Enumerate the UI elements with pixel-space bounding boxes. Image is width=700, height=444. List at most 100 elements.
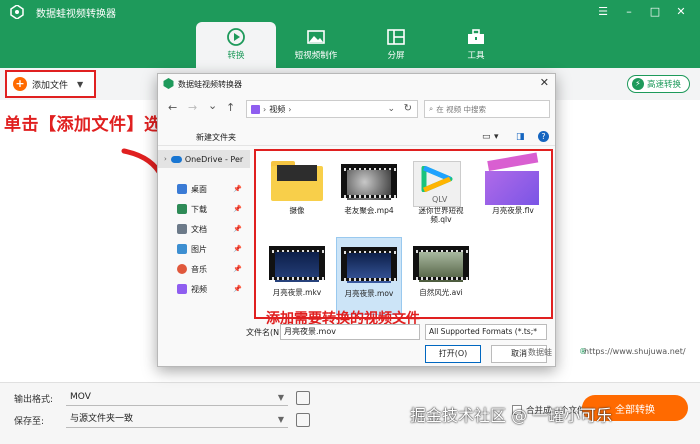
file-item-video[interactable]: 老友聚会.mp4 bbox=[336, 155, 402, 233]
tab-short-video-label: 短视频制作 bbox=[294, 51, 338, 61]
qlv-file-icon: QLV bbox=[413, 159, 469, 207]
nav-tabs: 转换 短视频制作 分屏 工具 bbox=[196, 22, 516, 68]
breadcrumb-video[interactable]: 视频 bbox=[269, 104, 285, 115]
pin-icon[interactable]: 📌 bbox=[233, 265, 242, 273]
filename-field[interactable]: 月亮夜景.mov bbox=[280, 324, 420, 340]
fast-convert-toggle[interactable]: ⚡ 高速转换 bbox=[626, 75, 690, 93]
forward-arrow-icon[interactable]: → bbox=[188, 101, 197, 114]
file-item-video[interactable]: 月亮夜景.mkv bbox=[264, 237, 330, 315]
open-file-dialog: 数据蛙视频转换器 ✕ ← → ⌄ ↑ › 视频 › ⌄ ↻ ⌕ 在 视频 中搜索… bbox=[157, 73, 556, 367]
video-thumbnail bbox=[341, 242, 397, 286]
site-url-watermark: https://www.shujuwa.net/ bbox=[584, 347, 686, 356]
sidebar-item-documents[interactable]: 文档 📌 bbox=[158, 220, 250, 238]
toolbox-icon bbox=[468, 29, 484, 44]
file-item-flv[interactable]: 月亮夜景.flv bbox=[480, 152, 546, 233]
qlv-badge: QLV bbox=[432, 195, 448, 204]
sidebar-item-downloads[interactable]: 下载 📌 bbox=[158, 200, 250, 218]
pin-icon[interactable]: 📌 bbox=[233, 245, 242, 253]
sidebar-item-label: OneDrive - Per bbox=[184, 154, 244, 164]
tab-tools-label: 工具 bbox=[467, 51, 485, 61]
file-item-video-selected[interactable]: 月亮夜景.mov bbox=[336, 237, 402, 315]
tab-short-video[interactable]: 短视频制作 bbox=[276, 22, 356, 68]
clapperboard-icon bbox=[485, 152, 541, 205]
chevron-down-icon[interactable]: ⌄ bbox=[387, 104, 395, 114]
sidebar-item-label: 下载 bbox=[191, 204, 207, 214]
sidebar-item-videos[interactable]: 视频 📌 bbox=[158, 280, 250, 298]
save-to-select[interactable]: 与源文件夹一致 ▼ bbox=[66, 412, 288, 428]
format-settings-icon[interactable] bbox=[296, 391, 310, 405]
minimize-icon[interactable]: – bbox=[618, 2, 640, 20]
juejin-watermark: 掘金技术社区 @ 一罐小可乐 bbox=[410, 406, 613, 425]
file-grid: 摄像 老友聚会.mp4 QLV 迷你世界短视频.qlv 月亮夜景.flv 月亮夜… bbox=[254, 149, 553, 319]
help-icon[interactable]: ? bbox=[538, 131, 549, 142]
recent-dropdown-icon[interactable]: ⌄ bbox=[208, 99, 217, 112]
back-arrow-icon[interactable]: ← bbox=[168, 101, 177, 114]
breadcrumb-separator: › bbox=[263, 104, 267, 114]
music-icon bbox=[177, 264, 187, 274]
tab-split-screen-label: 分屏 bbox=[387, 51, 405, 61]
sidebar-item-onedrive[interactable]: › OneDrive - Per bbox=[158, 150, 250, 168]
tab-convert[interactable]: 转换 bbox=[196, 22, 276, 68]
file-item-video[interactable]: 自然风光.avi bbox=[408, 237, 474, 315]
file-name: 月亮夜景.mov bbox=[344, 289, 394, 298]
chevron-down-icon[interactable]: ▼ bbox=[77, 80, 83, 89]
dialog-titlebar: 数据蛙视频转换器 ✕ bbox=[158, 74, 555, 94]
picture-icon bbox=[177, 244, 187, 254]
app-logo-icon bbox=[10, 5, 24, 19]
add-file-button[interactable]: + 添加文件 ▼ bbox=[5, 70, 96, 98]
new-folder-button[interactable]: 新建文件夹 bbox=[196, 132, 236, 143]
sidebar-item-label: 桌面 bbox=[191, 184, 207, 194]
refresh-icon[interactable]: ↻ bbox=[404, 103, 412, 114]
tab-convert-label: 转换 bbox=[227, 51, 245, 61]
dialog-sidebar: › OneDrive - Per 桌面 📌 下载 📌 文档 📌 图片 📌 音乐 bbox=[158, 146, 250, 322]
menu-icon[interactable]: ☰ bbox=[592, 2, 614, 20]
file-name: 月亮夜景.mkv bbox=[272, 288, 322, 297]
desktop-icon bbox=[177, 184, 187, 194]
preview-pane-icon[interactable]: ◨ bbox=[516, 132, 525, 142]
dialog-navbar: ← → ⌄ ↑ › 视频 › ⌄ ↻ ⌕ 在 视频 中搜索 bbox=[158, 98, 555, 120]
sidebar-item-label: 音乐 bbox=[191, 264, 207, 274]
file-name: 自然风光.avi bbox=[419, 288, 463, 297]
tab-tools[interactable]: 工具 bbox=[436, 22, 516, 68]
video-folder-icon bbox=[251, 104, 260, 114]
pin-icon[interactable]: 📌 bbox=[233, 185, 242, 193]
pin-icon[interactable]: 📌 bbox=[233, 225, 242, 233]
tab-split-screen[interactable]: 分屏 bbox=[356, 22, 436, 68]
chevron-down-icon[interactable]: ▾ bbox=[494, 132, 499, 142]
sidebar-item-pictures[interactable]: 图片 📌 bbox=[158, 240, 250, 258]
maximize-icon[interactable]: □ bbox=[644, 2, 666, 20]
file-item-qlv[interactable]: QLV 迷你世界短视频.qlv bbox=[408, 155, 474, 233]
app-title: 数据蛙视频转换器 bbox=[36, 9, 116, 20]
address-bar[interactable]: › 视频 › ⌄ ↻ bbox=[246, 100, 418, 118]
sidebar-item-desktop[interactable]: 桌面 📌 bbox=[158, 180, 250, 198]
dialog-command-bar: 新建文件夹 ▭ ▾ ◨ ? bbox=[158, 124, 555, 146]
output-format-value: MOV bbox=[70, 392, 91, 402]
file-item-folder[interactable]: 摄像 bbox=[264, 155, 330, 233]
close-icon[interactable]: ✕ bbox=[540, 76, 549, 89]
open-button[interactable]: 打开(O) bbox=[425, 345, 481, 363]
view-mode-icon[interactable]: ▭ bbox=[482, 132, 491, 142]
search-input[interactable]: ⌕ 在 视频 中搜索 bbox=[424, 100, 550, 118]
sidebar-item-music[interactable]: 音乐 📌 bbox=[158, 260, 250, 278]
video-icon bbox=[177, 284, 187, 294]
lightning-icon: ⚡ bbox=[631, 78, 644, 90]
document-icon bbox=[177, 224, 187, 234]
add-file-label: 添加文件 bbox=[32, 80, 69, 91]
folder-icon[interactable] bbox=[296, 413, 310, 427]
app-logo-icon bbox=[163, 78, 174, 89]
up-arrow-icon[interactable]: ↑ bbox=[226, 101, 235, 114]
convert-icon bbox=[227, 28, 245, 46]
chevron-right-icon[interactable]: › bbox=[164, 155, 167, 163]
video-thumbnail bbox=[341, 159, 397, 203]
chevron-down-icon: ▼ bbox=[277, 393, 284, 402]
pin-icon[interactable]: 📌 bbox=[233, 205, 242, 213]
pin-icon[interactable]: 📌 bbox=[233, 285, 242, 293]
file-type-select[interactable]: All Supported Formats (*.ts;* bbox=[425, 324, 547, 340]
file-name: 月亮夜景.flv bbox=[492, 206, 534, 215]
cloud-icon bbox=[170, 155, 182, 163]
output-format-select[interactable]: MOV ▼ bbox=[66, 390, 288, 406]
dialog-title: 数据蛙视频转换器 bbox=[178, 80, 242, 89]
split-screen-icon bbox=[387, 29, 405, 45]
close-icon[interactable]: ✕ bbox=[670, 2, 692, 20]
sidebar-item-label: 图片 bbox=[191, 244, 207, 254]
